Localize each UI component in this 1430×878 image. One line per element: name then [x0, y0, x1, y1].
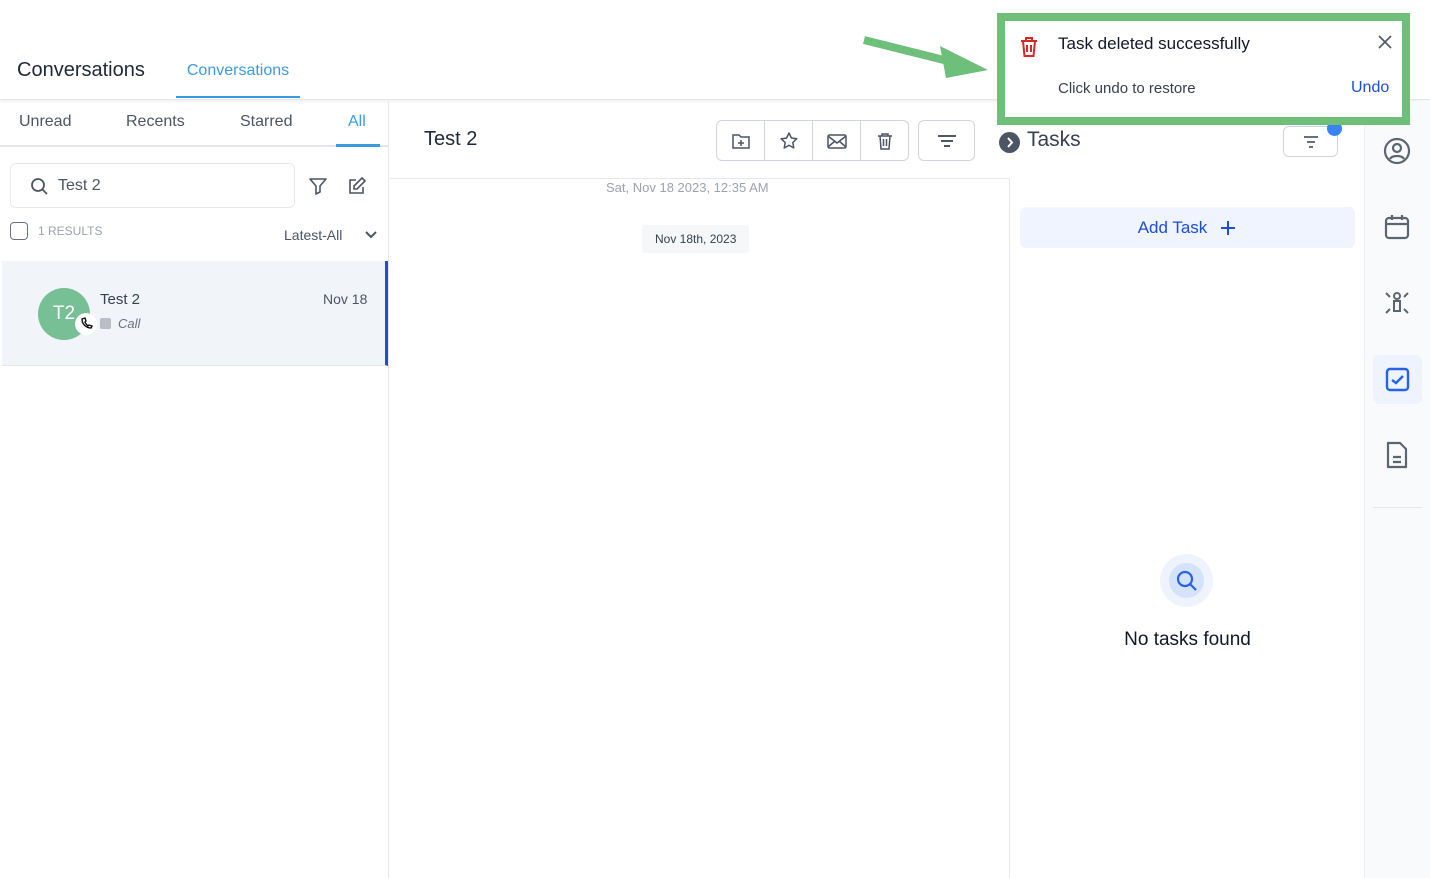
star-button[interactable]	[765, 121, 813, 160]
search-input[interactable]: Test 2	[10, 163, 295, 208]
mail-icon	[826, 133, 847, 149]
filter-tab-starred[interactable]: Starred	[240, 113, 292, 131]
close-icon[interactable]	[1378, 35, 1392, 49]
right-rail	[1364, 101, 1430, 878]
results-count: 1 RESULTS	[38, 224, 103, 238]
trash-icon	[1021, 37, 1037, 57]
active-tab-indicator	[336, 144, 380, 147]
toast-title: Task deleted successfully	[1058, 34, 1250, 53]
search-icon	[1176, 570, 1197, 591]
sort-button[interactable]	[918, 120, 975, 161]
date-chip: Nov 18th, 2023	[642, 225, 750, 253]
last-message-type: Call	[118, 316, 141, 331]
delete-button[interactable]	[861, 121, 908, 160]
search-icon	[31, 178, 48, 195]
undo-button[interactable]: Undo	[1351, 79, 1389, 97]
star-icon	[779, 131, 798, 149]
select-all-checkbox[interactable]	[10, 222, 28, 240]
empty-state-text: No tasks found	[1124, 629, 1251, 650]
tasks-rail-button[interactable]	[1373, 355, 1422, 404]
opportunities-icon[interactable]	[1383, 289, 1411, 317]
sort-lines-icon	[937, 134, 956, 147]
trash-icon	[877, 132, 892, 150]
filter-tab-all[interactable]: All	[348, 113, 366, 131]
call-type-icon	[100, 318, 111, 329]
thread-actions	[716, 120, 909, 161]
message-timestamp: Sat, Nov 18 2023, 12:35 AM	[606, 180, 769, 195]
calendar-icon[interactable]	[1383, 213, 1411, 241]
compose-icon[interactable]	[347, 176, 367, 196]
email-button[interactable]	[813, 121, 861, 160]
filter-tab-recents[interactable]: Recents	[126, 113, 185, 131]
tab-conversations[interactable]: Conversations	[176, 52, 300, 98]
conversation-item[interactable]: T2 Test 2 Nov 18 Call	[2, 261, 388, 366]
sort-lines-icon	[1303, 135, 1318, 148]
page-title: Conversations	[17, 59, 145, 81]
empty-state-icon	[1160, 554, 1213, 607]
tasks-panel: Add Task No tasks found	[1009, 179, 1364, 878]
document-icon[interactable]	[1384, 441, 1410, 469]
phone-badge-icon	[75, 313, 97, 335]
conversation-name: Test 2	[100, 291, 141, 308]
contact-icon[interactable]	[1383, 137, 1411, 165]
toast-message: Click undo to restore	[1058, 80, 1196, 97]
tasks-title: Tasks	[1027, 128, 1081, 151]
conversation-date: Nov 18	[323, 291, 368, 307]
divider	[0, 145, 389, 147]
add-task-label: Add Task	[1137, 217, 1208, 237]
thread-header	[390, 101, 1010, 179]
plus-icon	[1221, 220, 1236, 235]
move-folder-button[interactable]	[717, 121, 765, 160]
toast-notification: Task deleted successfully Click undo to …	[997, 13, 1410, 125]
filter-icon[interactable]	[308, 176, 328, 196]
arrow-annotation	[863, 36, 988, 78]
search-value: Test 2	[58, 177, 101, 194]
divider	[1373, 507, 1422, 508]
chevron-down-icon[interactable]	[364, 230, 378, 240]
add-task-button[interactable]: Add Task	[1020, 207, 1355, 248]
checkbox-icon	[1385, 367, 1410, 392]
conversation-list-panel: Unread Recents Starred All Test 2 1 RESU…	[0, 101, 389, 878]
filter-tab-unread[interactable]: Unread	[19, 113, 71, 131]
thread-title: Test 2	[424, 128, 478, 150]
sort-select[interactable]: Latest-All	[284, 227, 342, 243]
collapse-tasks-icon[interactable]	[999, 132, 1020, 153]
folder-plus-icon	[731, 133, 750, 149]
